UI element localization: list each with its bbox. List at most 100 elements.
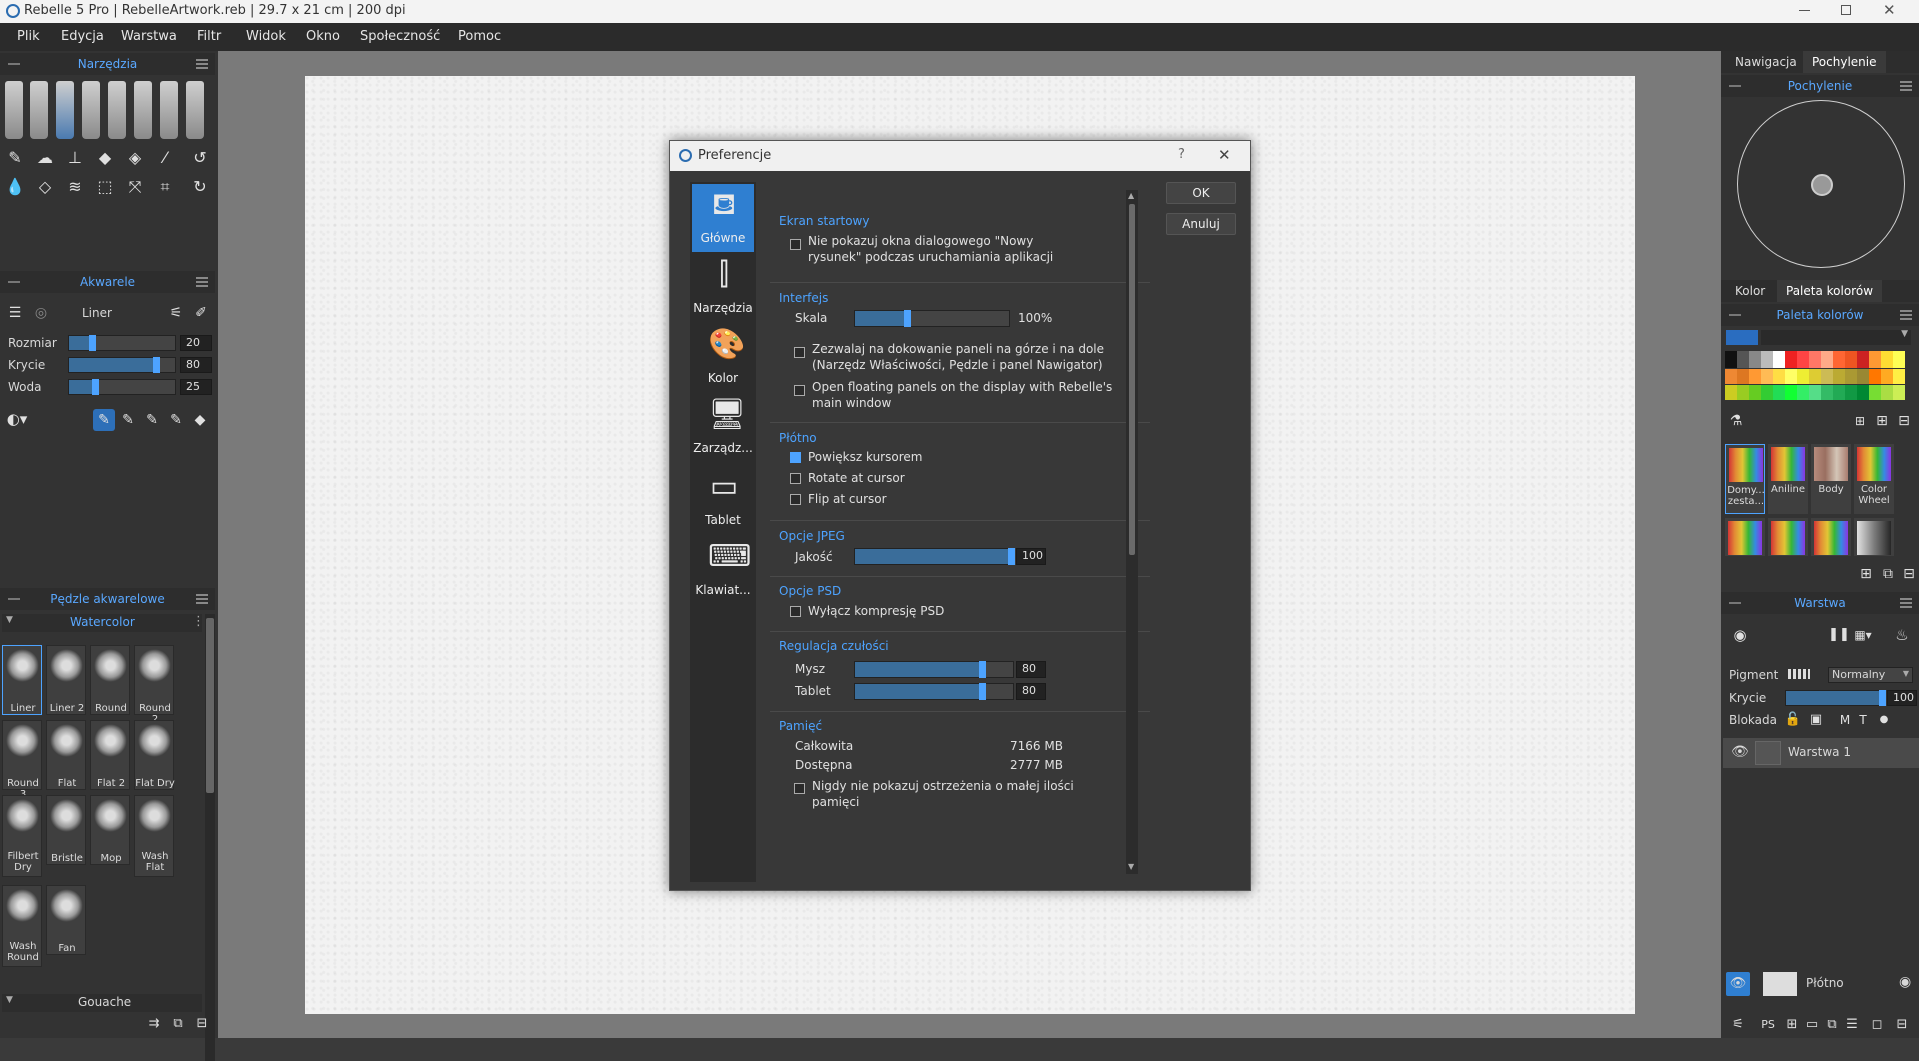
floating-panels-checkbox[interactable] <box>794 385 805 396</box>
sidebar-item-keyboard[interactable]: ⌨ Klawiat... <box>692 536 754 604</box>
dry-layer-icon[interactable]: ♨ <box>1891 624 1913 646</box>
menu-okno[interactable]: Okno <box>306 29 340 44</box>
tablet-sensitivity-slider[interactable] <box>854 683 1014 700</box>
export-psd-icon[interactable]: PS <box>1757 1014 1779 1036</box>
duplicate-layer-icon[interactable]: ⧉ <box>1821 1014 1843 1036</box>
blend-mode-icon[interactable]: ✎ <box>117 409 139 431</box>
eraser-icon[interactable]: ◆ <box>94 147 116 169</box>
current-color-swatch[interactable] <box>1726 330 1758 345</box>
psd-compression-checkbox[interactable] <box>790 606 801 617</box>
add-color-icon[interactable]: ⊞ <box>1871 410 1893 432</box>
layer-settings-icon[interactable]: ⚟ <box>1727 1014 1749 1036</box>
more-icon[interactable]: ⋮ <box>192 614 205 629</box>
blend-icon[interactable]: ◇ <box>34 176 56 198</box>
remove-color-icon[interactable]: ⊟ <box>1893 410 1915 432</box>
help-button[interactable]: ? <box>1178 147 1185 162</box>
sidebar-item-management[interactable]: 🖥 Zarządz... <box>692 394 754 462</box>
size-value[interactable]: 20 <box>180 335 212 351</box>
close-window-icon[interactable]: ✕ <box>1883 1 1896 19</box>
tab-color-palette[interactable]: Paleta kolorów <box>1777 280 1883 302</box>
palette-color-wheel[interactable]: Color Wheel <box>1854 444 1894 514</box>
visibility-settings-icon[interactable]: ◉ <box>1729 624 1751 646</box>
brush-icon[interactable]: ✎ <box>4 147 26 169</box>
ok-button[interactable]: OK <box>1166 182 1236 204</box>
flip-cursor-checkbox[interactable] <box>790 494 801 505</box>
erase-mode-icon[interactable]: ◆ <box>189 409 211 431</box>
lock-icon[interactable]: 🔓 <box>1782 709 1804 731</box>
tab-navigation[interactable]: Nawigacja <box>1735 55 1797 69</box>
menu-widok[interactable]: Widok <box>246 29 286 44</box>
blend-mode-select[interactable]: Normalny ▼ <box>1828 667 1913 683</box>
clear-layer-icon[interactable]: ◻ <box>1866 1014 1888 1036</box>
brush-round-2[interactable]: Round 2 <box>134 645 174 725</box>
brush-flat-dry[interactable]: Flat Dry <box>134 720 175 790</box>
redo-icon[interactable]: ↻ <box>189 176 211 198</box>
pigment-icon[interactable] <box>1788 669 1810 679</box>
dot-icon[interactable]: ● <box>1873 709 1895 731</box>
water-slider[interactable] <box>68 379 176 395</box>
paint-mode-icon[interactable]: ✎ <box>93 409 115 431</box>
mixer-icon[interactable]: ⚗ <box>1725 410 1747 432</box>
duplicate-brush-icon[interactable]: ⧉ <box>167 1013 189 1035</box>
size-slider[interactable] <box>68 335 176 351</box>
merge-layer-icon[interactable]: ☰ <box>1841 1014 1863 1036</box>
settings-sliders-icon[interactable]: ⚟ <box>165 302 187 324</box>
delete-layer-icon[interactable]: ⊟ <box>1891 1014 1913 1036</box>
grid-view-icon[interactable]: ⊞ <box>1849 410 1871 432</box>
ink-pen-tool-icon[interactable] <box>82 81 100 139</box>
cancel-button[interactable]: Anuluj <box>1166 213 1236 235</box>
palette-thumb-8[interactable] <box>1854 518 1894 556</box>
brush-creator-icon[interactable]: ◎ <box>30 302 52 324</box>
brush-mop[interactable]: Mop <box>90 795 130 865</box>
eye-icon[interactable]: 👁 <box>1731 744 1749 760</box>
stamp-icon[interactable]: ⊥ <box>64 147 86 169</box>
startup-checkbox[interactable] <box>790 239 801 250</box>
acrylic-tool-icon[interactable] <box>160 81 178 139</box>
layer-opacity-value[interactable]: 100 <box>1887 690 1917 706</box>
canvas-layer-row[interactable]: 👁 Płótno ◉ <box>1723 969 1919 999</box>
menu-icon[interactable] <box>1900 310 1912 320</box>
sidebar-item-main[interactable]: ⛾ Główne <box>692 184 754 252</box>
tilt-indicator[interactable] <box>1811 174 1833 196</box>
menu-icon[interactable] <box>196 59 208 69</box>
water-drop-icon[interactable]: 💧 <box>4 176 26 198</box>
palette-aniline[interactable]: Aniline <box>1768 444 1808 514</box>
remove-palette-icon[interactable]: ⊟ <box>1898 563 1919 585</box>
palette-swatches-row3[interactable] <box>1725 385 1905 400</box>
palette-swatches-row2[interactable] <box>1725 369 1905 384</box>
brush-liner[interactable]: Liner <box>2 645 42 715</box>
opacity-value[interactable]: 80 <box>180 357 212 373</box>
new-folder-icon[interactable]: ▭ <box>1801 1014 1823 1036</box>
brush-round-3[interactable]: Round 3 <box>2 720 42 800</box>
scale-slider[interactable] <box>854 310 1010 327</box>
brush-category-header[interactable]: ▼ Watercolor ⋮ <box>2 614 205 632</box>
scroll-up-icon[interactable]: ▲ <box>1128 191 1134 200</box>
canvas-eye-icon[interactable]: 👁 <box>1726 972 1750 996</box>
preferences-scrollbar[interactable]: ▲ ▼ <box>1126 190 1138 874</box>
blow-icon[interactable]: ≋ <box>64 176 86 198</box>
menu-plik[interactable]: Plik <box>17 29 40 44</box>
palette-thumb-6[interactable] <box>1768 518 1808 556</box>
tab-tilt[interactable]: Pochylenie <box>1803 51 1886 73</box>
marker-tool-icon[interactable] <box>30 81 48 139</box>
pastel-tool-icon[interactable] <box>108 81 126 139</box>
menu-filtr[interactable]: Filtr <box>197 29 221 44</box>
menu-icon[interactable] <box>196 594 208 604</box>
layer-opacity-slider[interactable] <box>1785 690 1886 706</box>
brush-wash-round[interactable]: Wash Round <box>2 885 42 967</box>
pencil-tool-icon[interactable] <box>5 81 23 139</box>
brush-flat-2[interactable]: Flat 2 <box>90 720 130 790</box>
tab-color[interactable]: Kolor <box>1735 284 1765 298</box>
sidebar-item-tools[interactable]: ⫿ Narzędzia <box>692 254 754 322</box>
dock-panels-checkbox[interactable] <box>794 347 805 358</box>
opacity-slider[interactable] <box>68 357 176 373</box>
new-layer-icon[interactable]: ⊞ <box>1781 1014 1803 1036</box>
water-value[interactable]: 25 <box>180 379 212 395</box>
zoom-cursor-checkbox[interactable] <box>790 452 801 463</box>
tracing-toggle[interactable]: T <box>1852 709 1874 731</box>
sidebar-item-tablet[interactable]: ▭ Tablet <box>692 466 754 534</box>
menu-icon[interactable] <box>1900 81 1912 91</box>
mouse-sensitivity-slider[interactable] <box>854 661 1014 678</box>
brushes-scrollbar[interactable] <box>205 614 215 1061</box>
fill-icon[interactable]: ◈ <box>124 147 146 169</box>
